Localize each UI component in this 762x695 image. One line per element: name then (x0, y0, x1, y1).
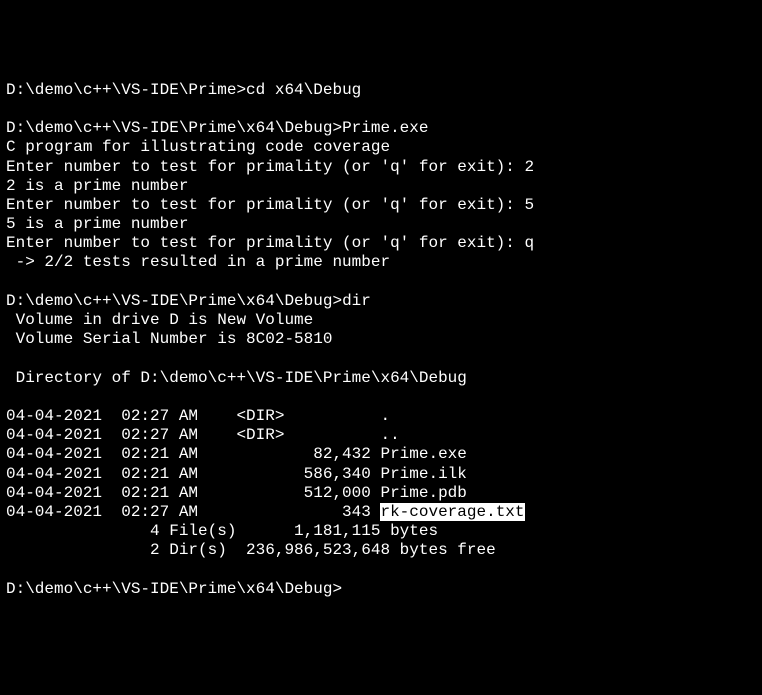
terminal-output[interactable]: D:\demo\c++\VS-IDE\Prime>cd x64\Debug D:… (6, 81, 756, 599)
terminal-line: -> 2/2 tests resulted in a prime number (6, 253, 756, 272)
output-text: 04-04-2021 02:27 AM 343 (6, 503, 380, 521)
terminal-line: 04-04-2021 02:27 AM 343 rk-coverage.txt (6, 503, 756, 522)
terminal-line (6, 273, 756, 292)
terminal-line: 5 is a prime number (6, 215, 756, 234)
command-text: Prime.exe (342, 119, 428, 137)
terminal-line: 04-04-2021 02:21 AM 82,432 Prime.exe (6, 445, 756, 464)
terminal-line: Directory of D:\demo\c++\VS-IDE\Prime\x6… (6, 369, 756, 388)
prompt-text: D:\demo\c++\VS-IDE\Prime\x64\Debug> (6, 580, 342, 598)
terminal-line: Volume in drive D is New Volume (6, 311, 756, 330)
highlighted-text: rk-coverage.txt (380, 503, 524, 521)
terminal-line: 04-04-2021 02:27 AM <DIR> .. (6, 426, 756, 445)
terminal-line: D:\demo\c++\VS-IDE\Prime\x64\Debug> (6, 580, 756, 599)
terminal-line: D:\demo\c++\VS-IDE\Prime>cd x64\Debug (6, 81, 756, 100)
terminal-line (6, 100, 756, 119)
terminal-line: 2 is a prime number (6, 177, 756, 196)
terminal-line: D:\demo\c++\VS-IDE\Prime\x64\Debug>dir (6, 292, 756, 311)
command-text: cd x64\Debug (246, 81, 361, 99)
terminal-line: C program for illustrating code coverage (6, 138, 756, 157)
terminal-line: 04-04-2021 02:27 AM <DIR> . (6, 407, 756, 426)
prompt-text: D:\demo\c++\VS-IDE\Prime\x64\Debug> (6, 119, 342, 137)
command-text: dir (342, 292, 371, 310)
terminal-line: 2 Dir(s) 236,986,523,648 bytes free (6, 541, 756, 560)
terminal-line (6, 349, 756, 368)
terminal-line: Enter number to test for primality (or '… (6, 158, 756, 177)
terminal-line: Enter number to test for primality (or '… (6, 234, 756, 253)
prompt-text: D:\demo\c++\VS-IDE\Prime> (6, 81, 246, 99)
terminal-line (6, 388, 756, 407)
terminal-line: 4 File(s) 1,181,115 bytes (6, 522, 756, 541)
terminal-line: D:\demo\c++\VS-IDE\Prime\x64\Debug>Prime… (6, 119, 756, 138)
prompt-text: D:\demo\c++\VS-IDE\Prime\x64\Debug> (6, 292, 342, 310)
terminal-line: 04-04-2021 02:21 AM 586,340 Prime.ilk (6, 465, 756, 484)
terminal-line (6, 560, 756, 579)
terminal-line: Volume Serial Number is 8C02-5810 (6, 330, 756, 349)
terminal-line: Enter number to test for primality (or '… (6, 196, 756, 215)
